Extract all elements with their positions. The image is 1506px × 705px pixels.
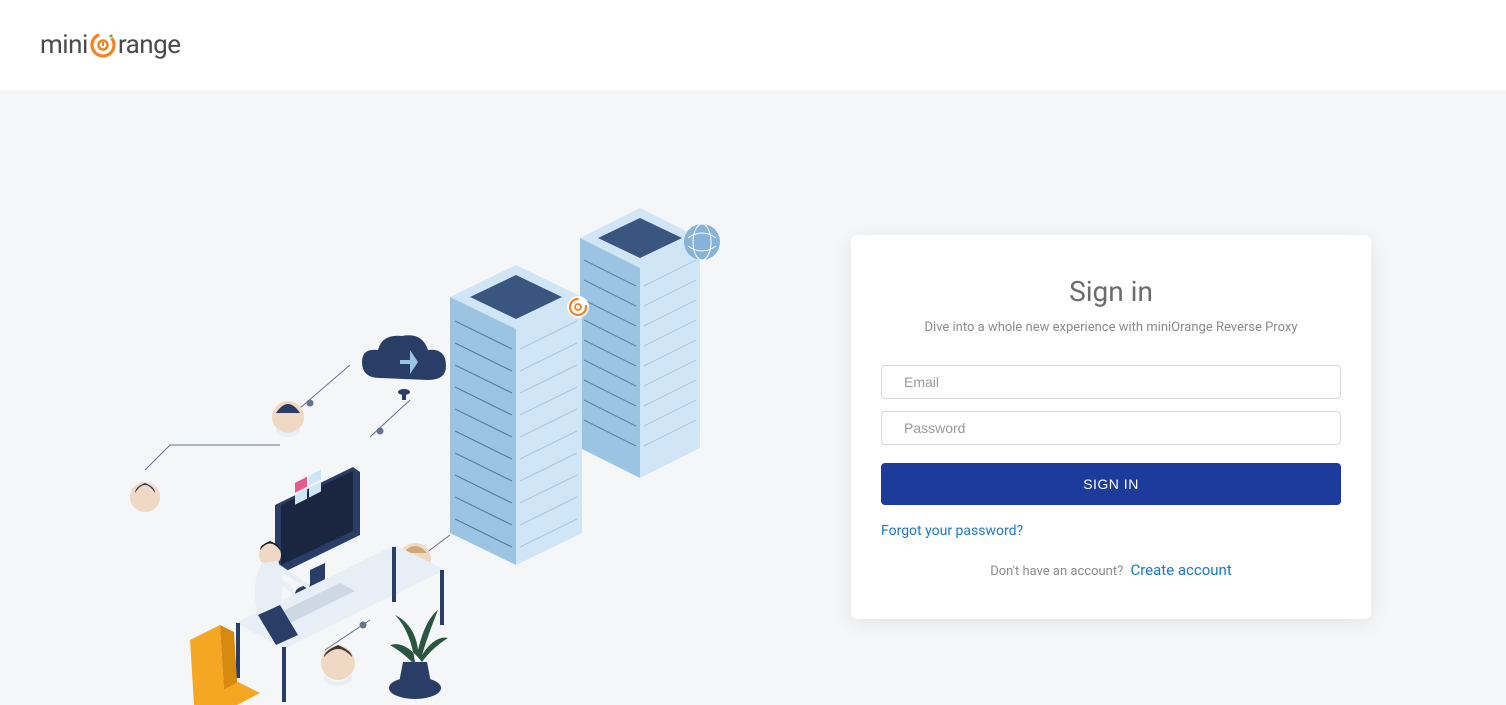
signin-subtitle: Dive into a whole new experience with mi…: [881, 320, 1341, 335]
brand-orange-icon: [89, 31, 117, 59]
avatar-icon: [321, 645, 355, 686]
avatar-icon: [272, 401, 304, 437]
email-input[interactable]: [881, 365, 1341, 399]
brand-text-range: range: [118, 30, 181, 60]
signin-title: Sign in: [881, 275, 1341, 308]
brand-text-mini: mini: [40, 30, 88, 60]
workstation-icon: [190, 467, 448, 705]
signin-button[interactable]: SIGN IN: [881, 463, 1341, 505]
create-account-link[interactable]: Create account: [1130, 561, 1231, 579]
signup-row: Don't have an account? Create account: [881, 561, 1341, 579]
no-account-text: Don't have an account?: [990, 564, 1123, 579]
main-content: Sign in Dive into a whole new experience…: [0, 90, 1506, 687]
password-input[interactable]: [881, 411, 1341, 445]
forgot-password-link[interactable]: Forgot your password?: [881, 523, 1341, 539]
cloud-upload-icon: [362, 335, 446, 400]
plant-icon: [389, 610, 448, 699]
brand-logo: mini range: [40, 30, 181, 60]
header: mini range: [0, 0, 1506, 90]
server-rack-front-icon: [450, 265, 589, 565]
signin-card: Sign in Dive into a whole new experience…: [851, 235, 1371, 619]
avatar-icon: [130, 482, 160, 512]
server-rack-back-icon: [580, 208, 720, 478]
